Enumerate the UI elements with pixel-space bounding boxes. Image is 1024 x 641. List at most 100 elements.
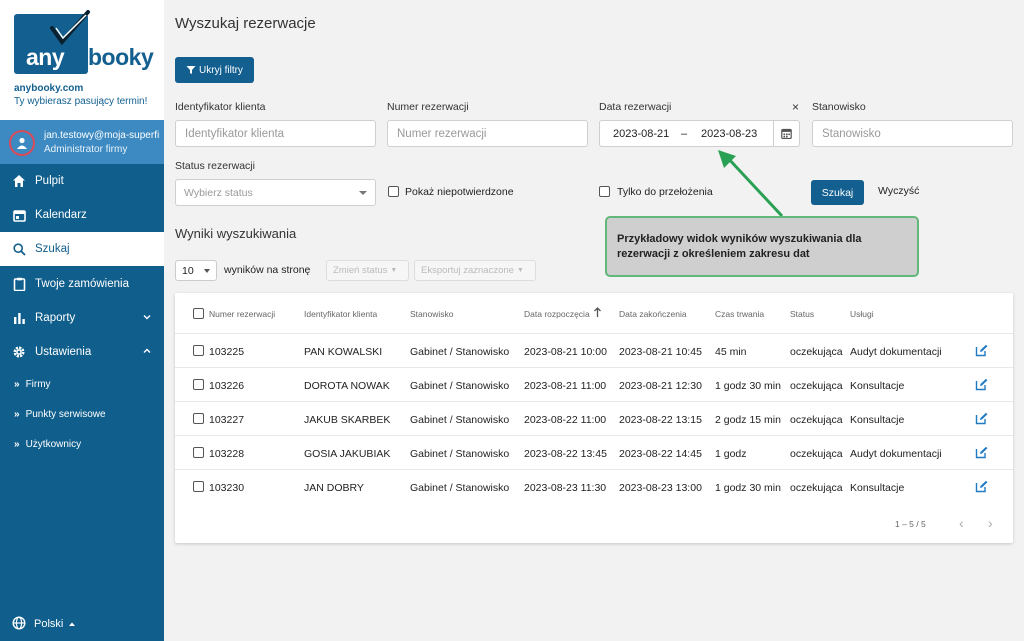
nav-item-pulpit[interactable]: Pulpit — [0, 164, 164, 198]
table-cell: Konsultacje — [850, 414, 905, 426]
column-header[interactable]: Data zakończenia — [619, 309, 687, 319]
nav-item-szukaj[interactable]: Szukaj — [0, 232, 164, 266]
table-cell: 103225 — [209, 346, 245, 358]
results-title: Wyniki wyszukiwania — [175, 226, 297, 241]
column-header[interactable]: Numer rezerwacji — [209, 309, 275, 319]
caret-down-icon: ▼ — [390, 267, 398, 274]
user-role: Administrator firmy — [44, 144, 128, 155]
status-select[interactable]: Wybierz status — [175, 179, 376, 206]
clear-date-icon[interactable]: × — [792, 100, 799, 114]
nav-item-ustawienia[interactable]: Ustawienia — [0, 335, 164, 369]
nav-item-zamowienia[interactable]: Twoje zamówienia — [0, 267, 164, 301]
table-cell: PAN KOWALSKI — [304, 346, 383, 358]
station-placeholder: Stanowisko — [822, 127, 881, 140]
next-page-icon[interactable]: › — [988, 515, 993, 531]
table-cell: Gabinet / Stanowisko — [410, 448, 510, 460]
table-cell: oczekująca — [790, 448, 843, 460]
column-header[interactable]: Usługi — [850, 309, 874, 319]
brand-url[interactable]: anybooky.com — [14, 83, 83, 94]
avatar[interactable] — [9, 130, 35, 156]
column-header[interactable]: Data rozpoczęcia — [524, 309, 590, 319]
table-cell: 2023-08-21 12:30 — [619, 380, 702, 392]
sort-arrow-up-icon[interactable] — [593, 307, 602, 318]
per-page-select[interactable]: 10 — [175, 260, 217, 281]
clear-filters-button[interactable]: Wyczyść — [878, 185, 919, 197]
edit-icon[interactable] — [975, 480, 988, 493]
table-cell: 103228 — [209, 448, 245, 460]
row-checkbox[interactable] — [193, 447, 204, 458]
reservation-no-input[interactable]: Numer rezerwacji — [387, 120, 588, 147]
table-cell: 2023-08-23 13:00 — [619, 482, 702, 494]
nav-label: Twoje zamówienia — [35, 278, 129, 290]
table-row[interactable]: 103226 DOROTA NOWAK Gabinet / Stanowisko 20… — [175, 367, 1013, 401]
unconfirmed-label[interactable]: Pokaż niepotwierdzone — [405, 186, 514, 198]
sidebar: any booky anybooky.com Ty wybierasz pasu… — [0, 0, 164, 641]
search-button[interactable]: Szukaj — [811, 180, 864, 205]
status-label: Status rezerwacji — [175, 160, 255, 172]
sidebar-subitem-firmy[interactable]: » Firmy — [0, 369, 164, 399]
globe-icon — [12, 615, 26, 633]
edit-icon[interactable] — [975, 412, 988, 425]
nav-label: Raporty — [35, 312, 76, 324]
row-checkbox[interactable] — [193, 345, 204, 356]
unconfirmed-checkbox[interactable] — [388, 186, 399, 197]
table-cell: oczekująca — [790, 482, 843, 494]
column-header[interactable]: Status — [790, 309, 814, 319]
table-cell: 1 godz — [715, 448, 747, 460]
user-profile[interactable]: jan.testowy@moja-superfirma.pl Administr… — [0, 120, 164, 164]
table-row[interactable]: 103227 JAKUB SKARBEK Gabinet / Stanowisko 2… — [175, 401, 1013, 435]
reschedule-checkbox[interactable] — [599, 186, 610, 197]
table-cell: Audyt dokumentacji — [850, 448, 942, 460]
logo-booky: booky — [88, 44, 154, 70]
table-cell: 2023-08-23 11:30 — [524, 482, 607, 494]
table-cell: 45 min — [715, 346, 747, 358]
export-selected-button[interactable]: Eksportuj zaznaczone ▼ — [414, 260, 536, 281]
annotation-callout: Przykładowy widok wyników wyszukiwania d… — [605, 216, 919, 277]
date-range-input[interactable]: 2023-08-21 – 2023-08-23 — [599, 120, 800, 147]
station-input[interactable]: Stanowisko — [812, 120, 1013, 147]
user-icon — [17, 137, 27, 149]
edit-icon[interactable] — [975, 446, 988, 459]
nav-item-raporty[interactable]: Raporty — [0, 301, 164, 335]
language-selector[interactable]: Polski — [0, 610, 164, 638]
sidebar-subitem-punkty[interactable]: » Punkty serwisowe — [0, 399, 164, 429]
nav-label: Szukaj — [35, 243, 70, 255]
client-id-input[interactable]: Identyfikator klienta — [175, 120, 376, 147]
table-row[interactable]: 103225 PAN KOWALSKI Gabinet / Stanowisko 20… — [175, 333, 1013, 367]
nav-label: Pulpit — [35, 175, 64, 187]
table-cell: Gabinet / Stanowisko — [410, 380, 510, 392]
select-all-checkbox[interactable] — [193, 308, 204, 319]
table-cell: 103226 — [209, 380, 245, 392]
hide-filters-button[interactable]: Ukryj filtry — [175, 57, 254, 83]
logo-any: any — [26, 44, 65, 70]
nav-item-kalendarz[interactable]: Kalendarz — [0, 198, 164, 232]
pagination-info: 1 – 5 / 5 — [895, 519, 926, 529]
column-header[interactable]: Stanowisko — [410, 309, 453, 319]
reservation-no-label: Numer rezerwacji — [387, 101, 469, 113]
double-chevron-icon: » — [14, 408, 20, 420]
edit-icon[interactable] — [975, 344, 988, 357]
row-checkbox[interactable] — [193, 379, 204, 390]
table-cell: 2023-08-21 10:00 — [524, 346, 607, 358]
prev-page-icon[interactable]: ‹ — [959, 515, 964, 531]
reschedule-label[interactable]: Tylko do przełożenia — [617, 186, 713, 198]
date-to[interactable]: 2023-08-23 — [701, 128, 757, 140]
table-row[interactable]: 103230 JAN DOBRY Gabinet / Stanowisko 2023-… — [175, 469, 1013, 503]
edit-icon[interactable] — [975, 378, 988, 391]
station-label: Stanowisko — [812, 101, 866, 113]
annotation-arrow — [718, 150, 784, 218]
column-header[interactable]: Czas trwania — [715, 309, 764, 319]
calendar-picker-icon[interactable] — [773, 121, 799, 146]
table-cell: 2 godz 15 min — [715, 414, 781, 426]
sidebar-subitem-uzytkownicy[interactable]: » Użytkownicy — [0, 429, 164, 459]
reservation-no-placeholder: Numer rezerwacji — [397, 127, 487, 140]
column-header[interactable]: Identyfikator klienta — [304, 309, 377, 319]
export-label: Eksportuj zaznaczone — [421, 265, 514, 276]
row-checkbox[interactable] — [193, 481, 204, 492]
table-cell: Audyt dokumentacji — [850, 346, 942, 358]
caret-up-icon — [69, 622, 76, 626]
row-checkbox[interactable] — [193, 413, 204, 424]
date-from[interactable]: 2023-08-21 — [613, 128, 669, 140]
change-status-button[interactable]: Zmień status ▼ — [326, 260, 409, 281]
table-row[interactable]: 103228 GOSIA JAKUBIAK Gabinet / Stanowisko… — [175, 435, 1013, 469]
